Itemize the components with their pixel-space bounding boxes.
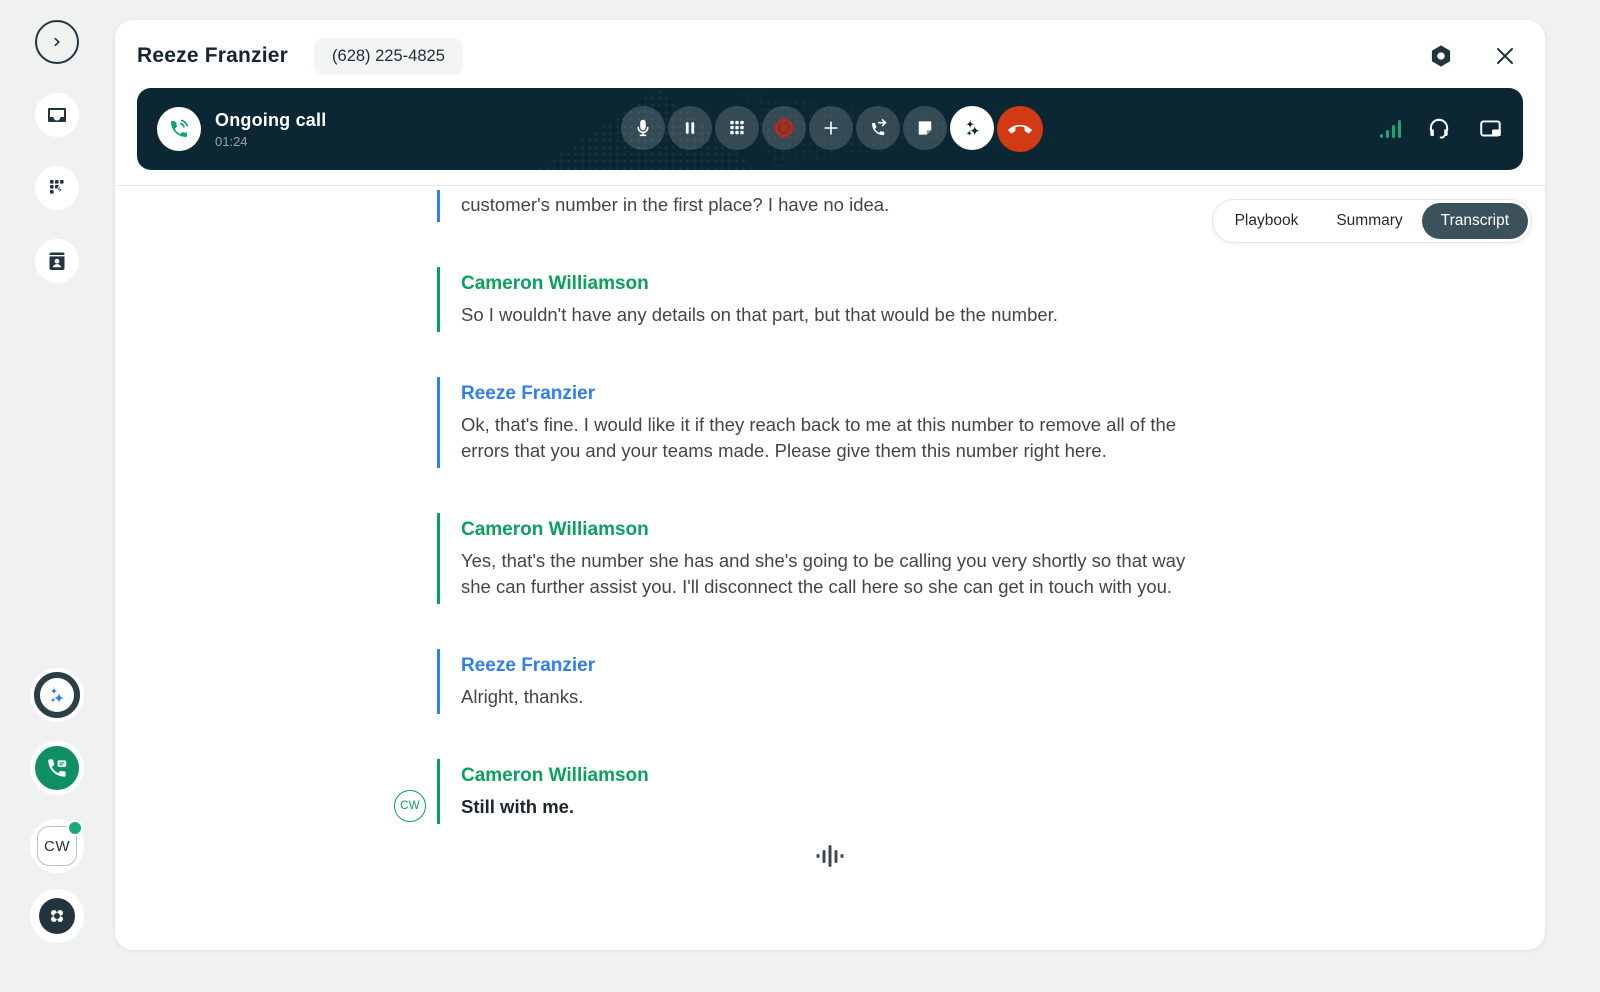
call-status: Ongoing call 01:24 — [157, 107, 326, 151]
inbox-icon — [45, 103, 69, 127]
picture-in-picture-button[interactable] — [1477, 115, 1505, 143]
call-status-title: Ongoing call — [215, 110, 326, 131]
phone-number-chip[interactable]: (628) 225-4825 — [314, 38, 463, 75]
expand-sidebar-button[interactable] — [35, 20, 79, 64]
apps-flower-icon — [39, 898, 75, 934]
ai-sparkles-icon — [43, 681, 71, 709]
speaker-avatar: CW — [394, 790, 426, 822]
presence-dot — [67, 820, 83, 836]
transcript-entry: Reeze Franzier Alright, thanks. — [437, 649, 1199, 714]
record-icon — [775, 119, 793, 137]
ongoing-call-bar: Ongoing call 01:24 — [137, 88, 1523, 170]
ai-button[interactable] — [950, 106, 994, 150]
notes-button[interactable] — [903, 106, 947, 150]
call-bar-right — [1380, 115, 1505, 143]
note-icon — [915, 118, 935, 138]
close-button[interactable] — [1491, 42, 1519, 70]
ai-ring — [34, 672, 80, 718]
microphone-icon — [632, 117, 654, 139]
speaker-name: Cameron Williamson — [461, 269, 1199, 299]
phone-chat-icon — [44, 755, 70, 781]
speaker-name: Reeze Franzier — [461, 379, 1199, 409]
transcript-entry: Reeze Franzier Ok, that's fine. I would … — [437, 377, 1199, 468]
transcript-text: So I wouldn't have any details on that p… — [461, 302, 1199, 328]
speaker-name: Reeze Franzier — [461, 651, 1199, 681]
call-message-circle — [35, 746, 79, 790]
transcript-entry: CW Cameron Williamson Still with me. — [437, 759, 1199, 824]
dialpad-lightning-icon — [45, 176, 69, 200]
sidebar-item-ai-assistant[interactable] — [30, 668, 84, 722]
picture-in-picture-icon — [1478, 116, 1504, 142]
transcript-panel: Playbook Summary Transcript customer's n… — [115, 186, 1545, 950]
transcript-list[interactable]: customer's number in the first place? I … — [437, 190, 1199, 869]
speaker-name: Cameron Williamson — [461, 515, 1199, 545]
transcript-text: Ok, that's fine. I would like it if they… — [461, 412, 1199, 464]
phone-in-talk-icon — [167, 117, 191, 141]
sidebar-item-user-avatar[interactable]: CW — [30, 819, 84, 873]
transcript-text: Still with me. — [461, 794, 1199, 820]
audio-device-button[interactable] — [1425, 115, 1453, 143]
transcript-text: Yes, that's the number she has and she's… — [461, 548, 1199, 600]
audio-waveform-icon — [817, 844, 844, 868]
transfer-call-button[interactable] — [856, 106, 900, 150]
ai-sparkle-icon — [959, 115, 985, 141]
contacts-book-icon — [45, 249, 69, 273]
hold-button[interactable] — [668, 106, 712, 150]
window-header: Reeze Franzier (628) 225-4825 — [115, 20, 1545, 86]
call-window: Reeze Franzier (628) 225-4825 — [115, 20, 1545, 950]
headset-icon — [1426, 116, 1452, 142]
close-icon — [1493, 44, 1517, 68]
plus-icon — [821, 118, 841, 138]
contact-name: Reeze Franzier — [137, 44, 288, 68]
transcript-entry: Cameron Williamson Yes, that's the numbe… — [437, 513, 1199, 604]
call-timer: 01:24 — [215, 134, 326, 149]
sidebar-item-call-messages[interactable] — [30, 741, 84, 795]
dialpad-icon — [727, 118, 747, 138]
end-call-button[interactable] — [997, 106, 1043, 152]
phone-transfer-icon — [867, 117, 889, 139]
sidebar-item-inbox[interactable] — [35, 93, 79, 137]
settings-nut-icon — [1428, 43, 1454, 69]
avatar-initials: CW — [44, 838, 70, 855]
tab-playbook[interactable]: Playbook — [1216, 203, 1318, 239]
transcript-text: customer's number in the first place? I … — [461, 192, 1199, 218]
avatar: CW — [37, 826, 77, 866]
sidebar-item-apps[interactable] — [30, 889, 84, 943]
call-end-icon — [1008, 117, 1032, 141]
speaker-name: Cameron Williamson — [461, 761, 1199, 791]
settings-button[interactable] — [1427, 42, 1455, 70]
transcript-entry: Cameron Williamson So I wouldn't have an… — [437, 267, 1199, 332]
transcript-text: Alright, thanks. — [461, 684, 1199, 710]
tab-transcript[interactable]: Transcript — [1422, 203, 1528, 239]
sidebar-item-dialer[interactable] — [35, 166, 79, 210]
add-call-button[interactable] — [809, 106, 853, 150]
signal-strength-icon — [1380, 120, 1401, 138]
mute-button[interactable] — [621, 106, 665, 150]
record-button[interactable] — [762, 106, 806, 150]
transcript-entry: customer's number in the first place? I … — [437, 190, 1199, 222]
chevron-right-icon — [47, 32, 67, 52]
tab-summary[interactable]: Summary — [1317, 203, 1421, 239]
active-call-badge — [157, 107, 201, 151]
dialpad-button[interactable] — [715, 106, 759, 150]
sidebar-item-contacts[interactable] — [35, 239, 79, 283]
pause-icon — [680, 118, 700, 138]
call-controls — [621, 106, 1043, 152]
view-tabs: Playbook Summary Transcript — [1212, 199, 1532, 243]
left-sidebar: CW — [0, 0, 115, 992]
